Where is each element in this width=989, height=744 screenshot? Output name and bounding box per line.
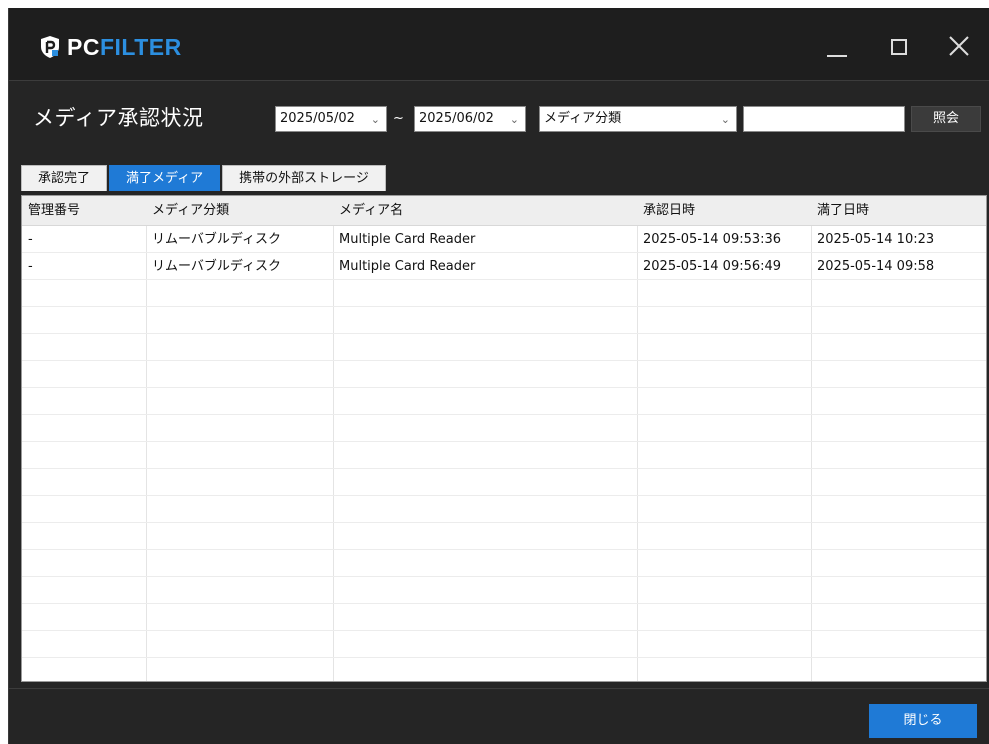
media-table[interactable]: 管理番号 メディア分類 メディア名 承認日時 満了日時 - リムーバブルディスク… [21,195,987,682]
column-header-id[interactable]: 管理番号 [22,196,146,226]
empty-row [22,658,986,681]
footer-separator [9,688,989,689]
tab-bar: 承認完了 満了メディア 携帯の外部ストレージ [21,165,388,191]
column-header-expires-at[interactable]: 満了日時 [811,196,986,226]
shield-logo-icon [41,36,59,58]
chevron-down-icon: ⌄ [720,113,730,126]
cell-id: - [28,232,33,247]
empty-row [22,523,986,550]
cell-media-name: Multiple Card Reader [339,259,476,274]
cell-id: - [28,259,33,274]
column-header-media-name[interactable]: メディア名 [333,196,637,226]
cell-expires-at: 2025-05-14 10:23 [817,232,935,247]
cell-approved-at: 2025-05-14 09:56:49 [643,259,782,274]
close-button[interactable]: 閉じる [869,704,977,738]
date-from-value: 2025/05/02 [280,111,355,126]
close-icon [949,36,969,56]
maximize-button[interactable] [881,32,917,62]
empty-row [22,415,986,442]
empty-row [22,334,986,361]
empty-row [22,307,986,334]
page-title: メディア承認状況 [33,106,204,130]
minimize-button[interactable] [819,32,855,62]
date-to-value: 2025/06/02 [419,111,494,126]
logo-text-filter: FILTER [99,34,182,60]
cell-approved-at: 2025-05-14 09:53:36 [643,232,782,247]
tab-expired-media[interactable]: 満了メディア [109,165,221,191]
cell-media-type: リムーバブルディスク [152,232,281,247]
column-header-media-type[interactable]: メディア分類 [146,196,333,226]
table-row[interactable]: - リムーバブルディスク Multiple Card Reader 2025-0… [22,226,986,253]
empty-row [22,496,986,523]
media-type-select[interactable]: メディア分類 ⌄ [539,106,737,132]
tab-approved[interactable]: 承認完了 [21,165,108,191]
logo-text-pc: PC [67,34,100,60]
empty-row [22,388,986,415]
date-to-select[interactable]: 2025/06/02 ⌄ [414,106,526,132]
window-close-button[interactable] [941,32,977,62]
app-logo: PCFILTER [39,34,182,60]
table-header: 管理番号 メディア分類 メディア名 承認日時 満了日時 [22,196,986,226]
empty-row [22,442,986,469]
app-window: PCFILTER メディア承認状況 2025/05/02 ⌄ ~ 2025/06… [8,8,989,744]
empty-row [22,604,986,631]
media-type-value: メディア分類 [544,111,622,126]
date-range-separator: ~ [393,111,404,126]
empty-row [22,361,986,388]
cell-media-type: リムーバブルディスク [152,259,281,274]
maximize-icon [891,39,907,55]
empty-row [22,631,986,658]
title-separator [9,80,989,81]
table-row[interactable]: - リムーバブルディスク Multiple Card Reader 2025-0… [22,253,986,280]
empty-row [22,469,986,496]
chevron-down-icon: ⌄ [509,113,519,126]
column-header-approved-at[interactable]: 承認日時 [637,196,811,226]
chevron-down-icon: ⌄ [370,113,380,126]
cell-expires-at: 2025-05-14 09:58 [817,259,935,274]
date-from-select[interactable]: 2025/05/02 ⌄ [275,106,387,132]
empty-row [22,550,986,577]
empty-row [22,280,986,307]
cell-media-name: Multiple Card Reader [339,232,476,247]
tab-mobile-external-storage[interactable]: 携帯の外部ストレージ [222,165,386,191]
empty-row [22,577,986,604]
title-bar: PCFILTER [9,8,989,80]
minimize-icon [827,55,847,57]
query-button[interactable]: 照会 [911,106,981,132]
search-input[interactable] [743,106,905,132]
